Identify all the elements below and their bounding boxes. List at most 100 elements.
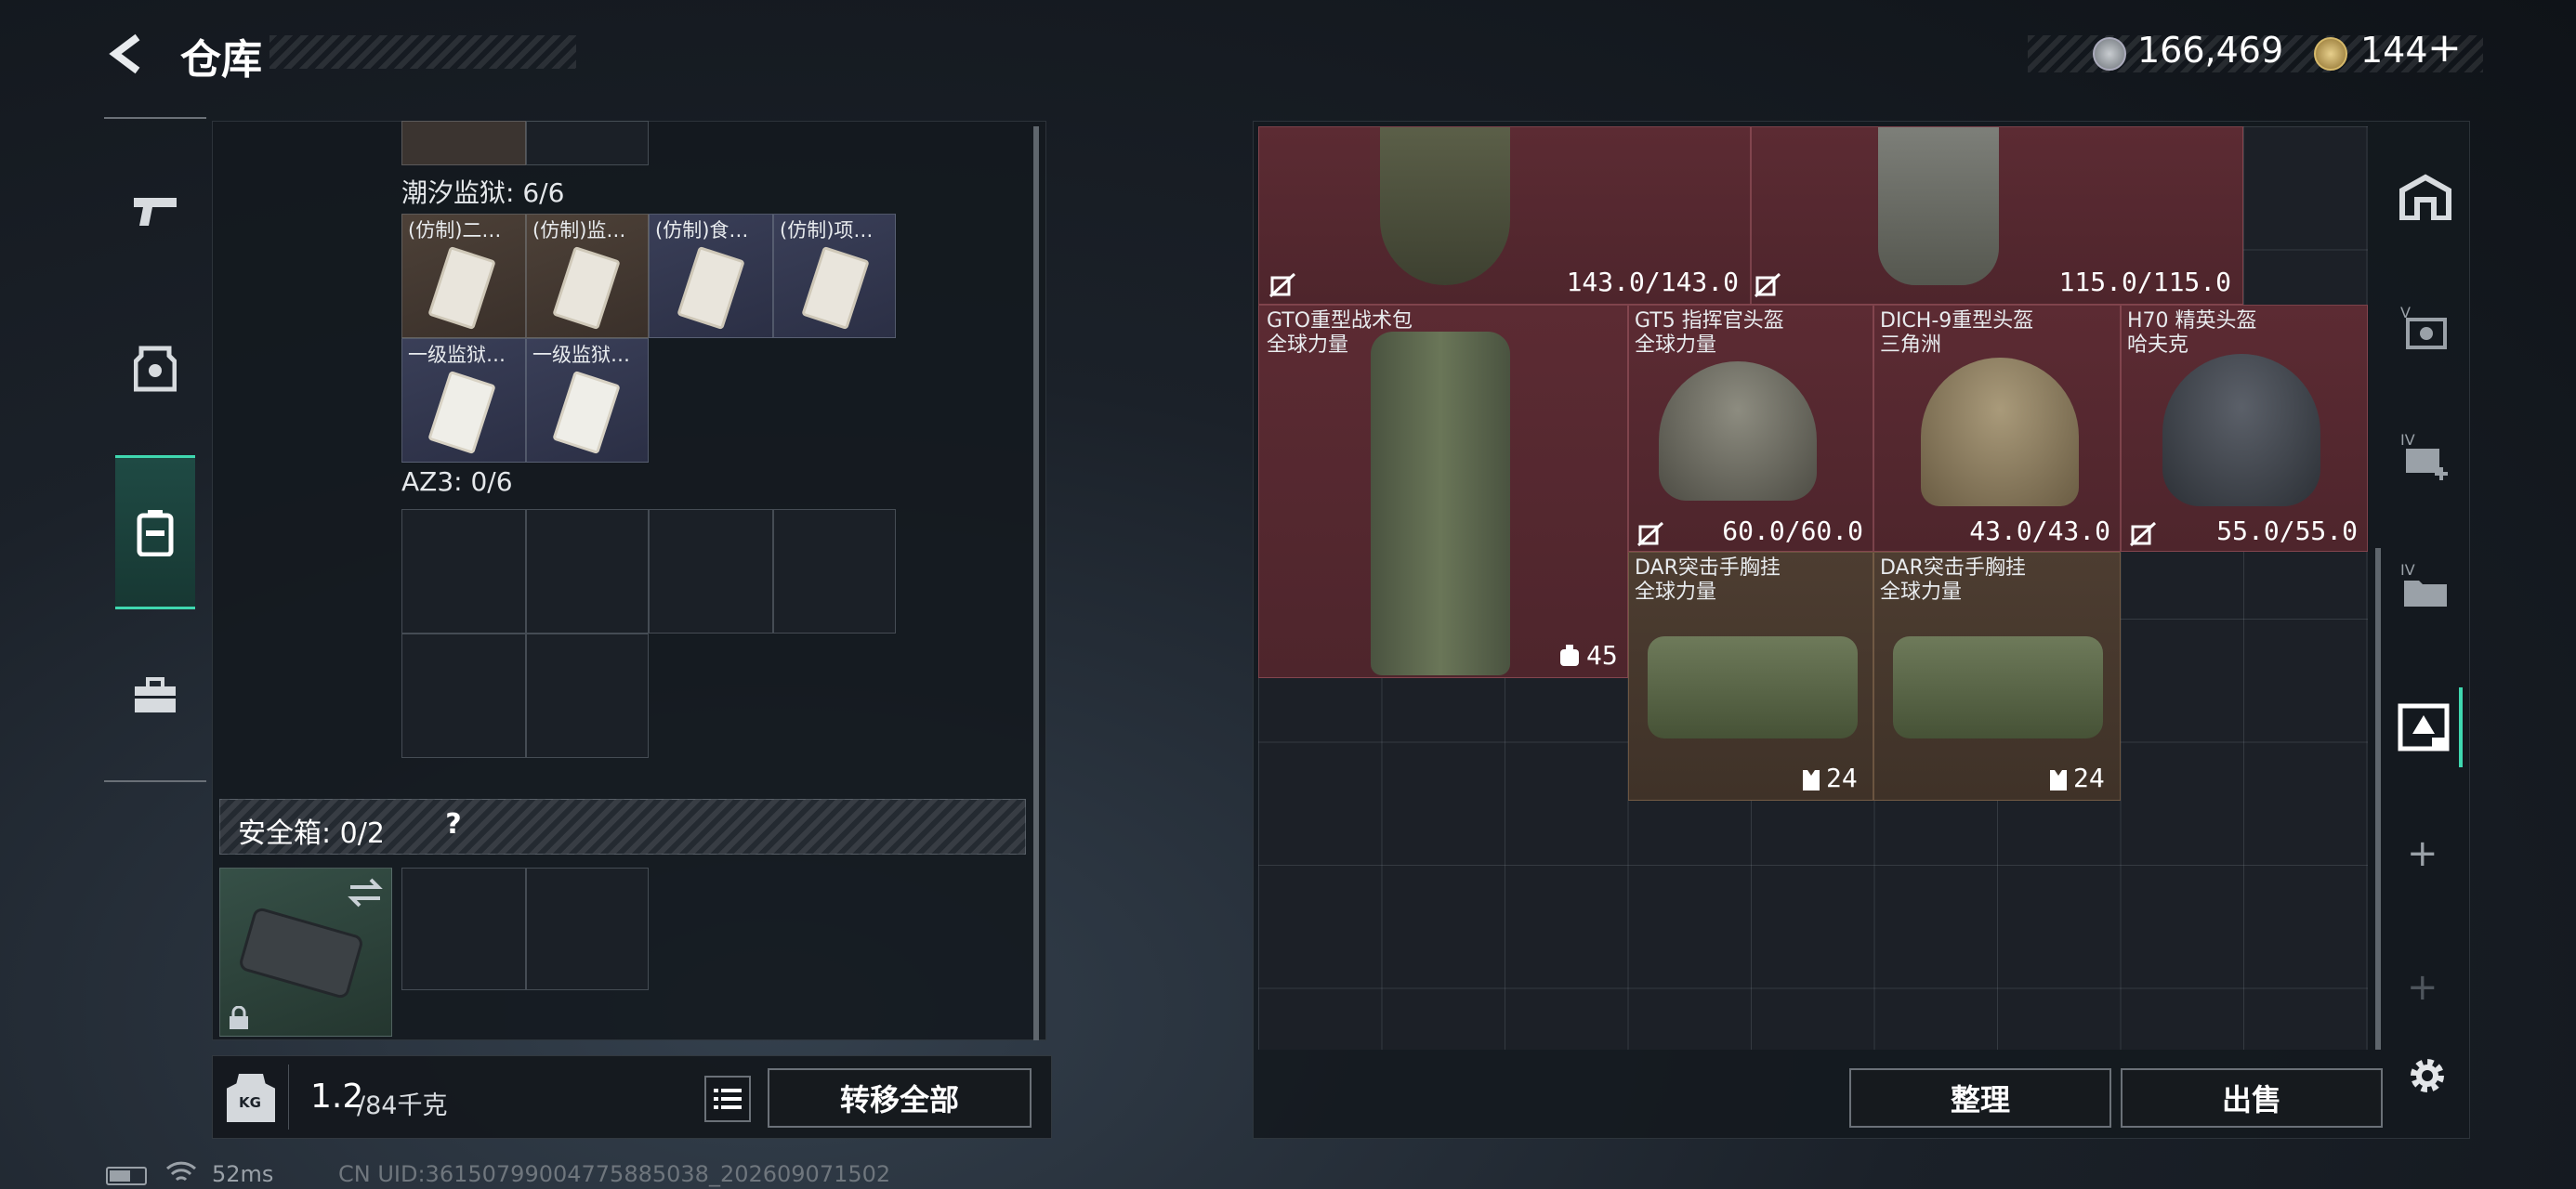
- right-nav-add-button[interactable]: +: [2407, 832, 2438, 875]
- inventory-item-chest-rig[interactable]: DAR突击手胸挂 全球力量 24: [1628, 552, 1873, 801]
- premium-amount: 144: [2360, 30, 2428, 71]
- coin-icon: [2093, 37, 2126, 71]
- battery-icon: [106, 1167, 147, 1185]
- keycard-icon: [427, 245, 496, 331]
- iv-storage-add-icon: IV: [2400, 431, 2448, 480]
- durability: 43.0/43.0: [1969, 516, 2110, 546]
- back-button[interactable]: [100, 28, 152, 80]
- stash-item[interactable]: (仿制)监…: [526, 214, 649, 338]
- durability: 60.0/60.0: [1722, 516, 1863, 546]
- nav-item-backpack[interactable]: [115, 455, 195, 609]
- weight-unit: KG: [239, 1094, 261, 1111]
- svg-text:IV: IV: [2400, 561, 2415, 579]
- safe-box-label: 安全箱: 0/2: [238, 817, 385, 850]
- weight-capacity: /84千克: [357, 1091, 448, 1120]
- right-nav-item-v[interactable]: V: [2392, 295, 2459, 362]
- currency-amount: 166,469: [2137, 30, 2284, 71]
- keycard-icon: [552, 245, 621, 331]
- item-faction: 全球力量: [1635, 333, 1717, 357]
- no-repair-icon: [1268, 272, 1296, 298]
- stash-item-partial[interactable]: [401, 121, 526, 165]
- list-view-button[interactable]: [704, 1076, 751, 1122]
- durability: 55.0/55.0: [2216, 516, 2358, 546]
- item-faction: 全球力量: [1880, 581, 1963, 604]
- safe-slot[interactable]: [401, 868, 526, 990]
- add-premium-button[interactable]: +: [2427, 24, 2462, 72]
- right-nav-item-iv[interactable]: IV: [2392, 554, 2459, 621]
- inventory-item-backpack[interactable]: GTO重型战术包 全球力量 45: [1258, 305, 1628, 678]
- item-name: DAR突击手胸挂: [1880, 556, 2026, 580]
- vest-image: [1380, 127, 1510, 285]
- stash-item[interactable]: 一级监狱…: [401, 338, 526, 463]
- capacity-icon: [2050, 770, 2067, 790]
- capacity-icon: [1560, 645, 1579, 666]
- section-label-az3: AZ3: 0/6: [401, 466, 513, 497]
- stash-item[interactable]: 一级监狱…: [526, 338, 649, 463]
- transfer-all-button[interactable]: 转移全部: [768, 1068, 1032, 1128]
- svg-text:IV: IV: [2400, 431, 2415, 449]
- bunker-icon: [2399, 174, 2451, 220]
- item-faction: 哈夫克: [2127, 333, 2189, 357]
- item-faction: 全球力量: [1267, 333, 1349, 357]
- safe-box-item[interactable]: [219, 868, 392, 1037]
- nav-item-case[interactable]: [115, 656, 195, 736]
- safe-box-help-button[interactable]: ?: [435, 808, 472, 845]
- item-capacity: 45: [1586, 640, 1618, 671]
- empty-slot[interactable]: [773, 509, 896, 634]
- right-nav-item-stash[interactable]: [2392, 163, 2459, 230]
- lock-icon: [230, 1006, 248, 1029]
- capacity-icon: [1803, 770, 1820, 790]
- inventory-item-helmet[interactable]: H70 精英头盔 哈夫克 55.0/55.0: [2121, 305, 2368, 552]
- item-name: (仿制)二…: [408, 219, 502, 242]
- empty-slot[interactable]: [526, 509, 649, 634]
- nav-item-armor[interactable]: [115, 329, 195, 409]
- inventory-item-chest-rig[interactable]: DAR突击手胸挂 全球力量 24: [1873, 552, 2121, 801]
- right-nav-item-active[interactable]: [2388, 687, 2463, 767]
- item-name: 一级监狱…: [408, 344, 506, 366]
- inventory-item-vest[interactable]: 115.0/115.0: [1751, 126, 2243, 305]
- item-name: (仿制)监…: [532, 219, 626, 242]
- safe-storage-icon: [2398, 703, 2450, 751]
- item-faction: 全球力量: [1635, 581, 1717, 604]
- page-title: 仓库: [180, 36, 262, 84]
- stash-scrollbar[interactable]: [1033, 126, 1039, 1040]
- empty-slot[interactable]: [526, 634, 649, 758]
- stash-item[interactable]: (仿制)项…: [773, 214, 896, 338]
- no-repair-icon: [2129, 521, 2157, 547]
- stash-item[interactable]: (仿制)二…: [401, 214, 526, 338]
- helmet-image: [2162, 354, 2320, 506]
- no-repair-icon: [1636, 521, 1664, 547]
- section-label-tidal-prison: 潮汐监狱: 6/6: [401, 177, 565, 208]
- nav-item-weapon[interactable]: [115, 171, 195, 251]
- inventory-scrollbar[interactable]: [2375, 548, 2381, 1050]
- item-capacity: 24: [2073, 763, 2105, 793]
- empty-slot[interactable]: [401, 634, 526, 758]
- backpack-image: [1371, 332, 1510, 675]
- chest-rig-image: [1893, 636, 2103, 738]
- sell-button[interactable]: 出售: [2121, 1068, 2383, 1128]
- inventory-item-helmet[interactable]: GT5 指挥官头盔 全球力量 60.0/60.0: [1628, 305, 1873, 552]
- item-name: (仿制)食…: [655, 219, 749, 242]
- durability: 115.0/115.0: [2058, 267, 2231, 297]
- keycard-icon: [677, 245, 745, 331]
- pistol-icon: [134, 198, 177, 226]
- item-capacity: 24: [1826, 763, 1858, 793]
- inventory-item-vest[interactable]: 143.0/143.0: [1258, 126, 1751, 305]
- durability: 143.0/143.0: [1566, 267, 1739, 297]
- inventory-item-helmet[interactable]: DICH-9重型头盔 三角洲 43.0/43.0: [1873, 305, 2121, 552]
- item-name: H70 精英头盔: [2127, 309, 2257, 333]
- stash-item[interactable]: (仿制)食…: [649, 214, 773, 338]
- ping-text: 52ms: [212, 1161, 274, 1187]
- header-title-stripe: [269, 35, 576, 69]
- right-nav-item-iv-add[interactable]: IV: [2392, 424, 2459, 490]
- item-name: 一级监狱…: [532, 344, 630, 366]
- stash-slot-partial: [526, 121, 649, 165]
- safe-slot[interactable]: [526, 868, 649, 990]
- sort-button[interactable]: 整理: [1849, 1068, 2111, 1128]
- item-name: DAR突击手胸挂: [1635, 556, 1781, 580]
- empty-slot[interactable]: [401, 509, 526, 634]
- empty-slot[interactable]: [649, 509, 773, 634]
- briefcase-icon: [135, 677, 176, 712]
- iv-storage-icon: IV: [2400, 561, 2447, 607]
- settings-button[interactable]: [2401, 1050, 2453, 1102]
